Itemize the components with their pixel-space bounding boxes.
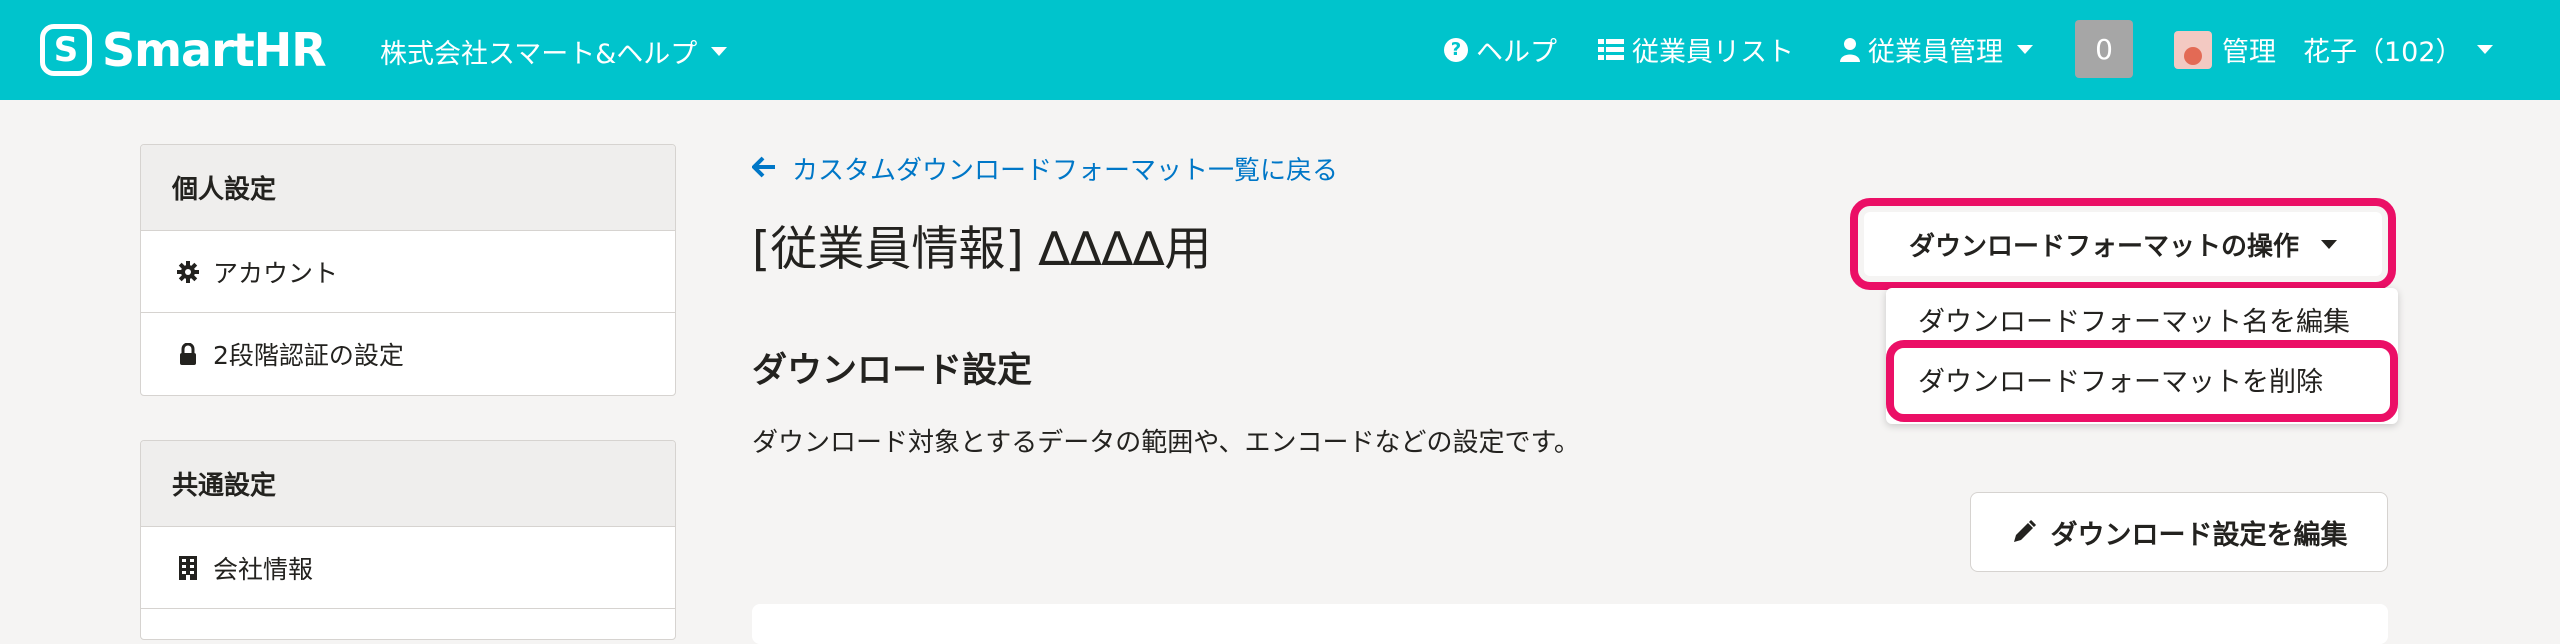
page-title: [従業員情報] ∆∆∆∆用 <box>752 222 1212 277</box>
download-settings-description: ダウンロード対象とするデータの範囲や、エンコードなどの設定です。 <box>752 428 1580 458</box>
sidebar-item-label: 2段階認証の設定 <box>213 341 404 370</box>
chevron-down-icon <box>711 47 728 56</box>
nav-employee-list[interactable]: 従業員リスト <box>1598 30 1794 69</box>
chevron-down-icon <box>2321 239 2337 249</box>
back-to-format-list-link[interactable]: カスタムダウンロードフォーマット一覧に戻る <box>751 150 1339 187</box>
company-name: 株式会社スマート&ヘルプ <box>380 39 698 70</box>
sidebar-item-label: 会社情報 <box>213 554 314 584</box>
nav-employee-list-label: 従業員リスト <box>1632 37 1794 68</box>
building-icon <box>177 555 199 580</box>
gear-icon <box>177 260 199 283</box>
question-circle-icon: ? <box>1444 37 1468 62</box>
logo-mark-icon: S <box>40 24 92 76</box>
delete-item-highlight <box>1886 340 2398 422</box>
edit-download-settings-label: ダウンロード設定を編集 <box>2050 519 2348 551</box>
logo-text: SmartHR <box>102 23 327 77</box>
back-link-label: カスタムダウンロードフォーマット一覧に戻る <box>792 156 1339 186</box>
user-name: 管理 花子（102） <box>2222 37 2463 68</box>
nav-help[interactable]: ? ヘルプ <box>1444 30 1557 69</box>
smarthr-logo[interactable]: S SmartHR <box>40 23 327 77</box>
chevron-down-icon <box>2476 45 2493 54</box>
chevron-down-icon <box>2017 45 2033 54</box>
user-icon <box>1840 37 1860 62</box>
list-icon <box>1598 38 1624 61</box>
lock-icon <box>177 343 199 365</box>
sidebar-item-label: アカウント <box>213 258 339 288</box>
common-settings-panel: 共通設定 会社情報 <box>140 440 676 640</box>
sidebar-item-two-factor[interactable]: 2段階認証の設定 <box>141 313 675 395</box>
nav-employee-management-label: 従業員管理 <box>1868 37 2003 68</box>
app-header: S SmartHR 株式会社スマート&ヘルプ ? ヘルプ 従業員リスト 従業員管… <box>0 0 2560 100</box>
menu-item-rename-format[interactable]: ダウンロードフォーマット名を編集 <box>1918 300 2350 339</box>
arrow-left-icon <box>751 152 776 185</box>
sidebar-item-account[interactable]: アカウント <box>141 231 675 313</box>
notification-badge[interactable]: 0 <box>2075 20 2133 78</box>
edit-download-settings-button[interactable]: ダウンロード設定を編集 <box>1970 492 2388 572</box>
personal-settings-heading: 個人設定 <box>141 145 675 231</box>
format-operations-button[interactable]: ダウンロードフォーマットの操作 <box>1864 212 2382 276</box>
settings-card <box>752 604 2388 644</box>
nav-help-label: ヘルプ <box>1476 37 1557 68</box>
common-settings-heading: 共通設定 <box>141 441 675 527</box>
personal-settings-panel: 個人設定 アカウント 2段階認証の設定 <box>140 144 676 396</box>
user-menu[interactable]: 管理 花子（102） <box>2174 30 2493 69</box>
download-settings-heading: ダウンロード設定 <box>752 351 1033 391</box>
company-switcher[interactable]: 株式会社スマート&ヘルプ <box>380 32 728 71</box>
format-operations-label: ダウンロードフォーマットの操作 <box>1908 231 2299 262</box>
nav-employee-management[interactable]: 従業員管理 <box>1840 30 2033 69</box>
sidebar-item-company-info[interactable]: 会社情報 <box>141 527 675 609</box>
pencil-icon <box>2011 519 2037 545</box>
avatar <box>2174 30 2212 69</box>
